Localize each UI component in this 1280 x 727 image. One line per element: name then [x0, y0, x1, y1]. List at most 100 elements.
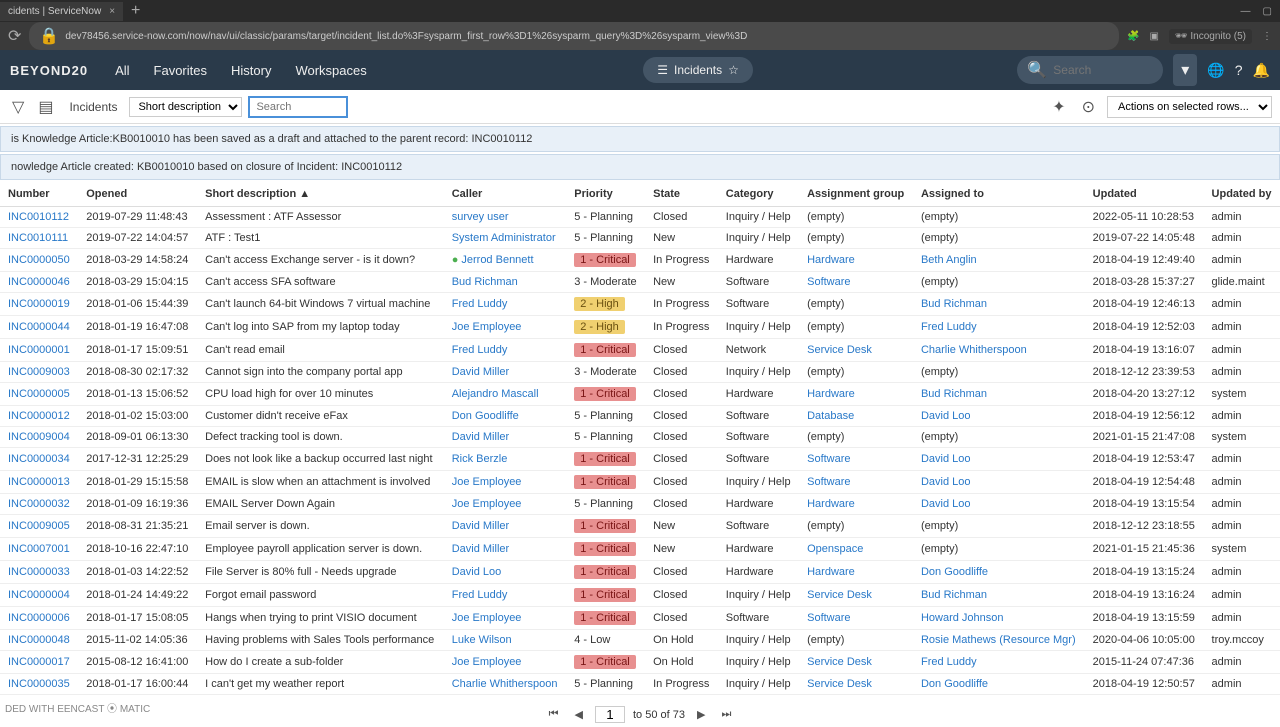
filter-field-select[interactable]: Short description: [129, 97, 242, 117]
caller-cell[interactable]: David Loo: [444, 561, 567, 584]
maximize-icon[interactable]: ▢: [1263, 6, 1272, 17]
table-row[interactable]: INC00000012018-01-17 15:09:51Can't read …: [0, 339, 1280, 362]
group-cell[interactable]: Software: [799, 607, 913, 630]
caller-cell[interactable]: Charlie Whitherspoon: [444, 674, 567, 695]
assigned-cell[interactable]: (empty): [913, 538, 1085, 561]
group-cell[interactable]: Software: [799, 448, 913, 471]
assigned-cell[interactable]: (empty): [913, 515, 1085, 538]
group-cell[interactable]: Database: [799, 406, 913, 427]
first-page-button[interactable]: ⏮: [545, 706, 563, 723]
caller-cell[interactable]: Rick Berzle: [444, 448, 567, 471]
globe-icon[interactable]: 🌐: [1207, 62, 1224, 79]
table-row[interactable]: INC00000332018-01-03 14:22:52File Server…: [0, 561, 1280, 584]
assigned-cell[interactable]: David Loo: [913, 494, 1085, 515]
assigned-cell[interactable]: David Loo: [913, 406, 1085, 427]
caller-cell[interactable]: Alejandro Mascall: [444, 383, 567, 406]
table-row[interactable]: INC00000192018-01-06 15:44:39Can't launc…: [0, 293, 1280, 316]
last-page-button[interactable]: ⏭: [717, 706, 735, 723]
table-row[interactable]: INC00000062018-01-17 15:08:05Hangs when …: [0, 607, 1280, 630]
group-cell[interactable]: Hardware: [799, 383, 913, 406]
table-row[interactable]: INC00000042018-01-24 14:49:22Forgot emai…: [0, 584, 1280, 607]
assigned-cell[interactable]: (empty): [913, 207, 1085, 228]
column-header[interactable]: Updated by: [1204, 182, 1280, 207]
group-cell[interactable]: Service Desk: [799, 651, 913, 674]
nav-all[interactable]: All: [103, 63, 141, 78]
caller-cell[interactable]: Fred Luddy: [444, 339, 567, 362]
filter-icon[interactable]: ▽: [8, 93, 28, 121]
close-icon[interactable]: ×: [109, 6, 115, 17]
incident-number-link[interactable]: INC0000006: [8, 612, 70, 624]
column-header[interactable]: State: [645, 182, 718, 207]
table-row[interactable]: INC00101112019-07-22 14:04:57ATF : Test1…: [0, 228, 1280, 249]
table-row[interactable]: INC00000052018-01-13 15:06:52CPU load hi…: [0, 383, 1280, 406]
column-header[interactable]: Category: [718, 182, 799, 207]
caller-cell[interactable]: ●Jerrod Bennett: [444, 249, 567, 272]
extensions-icon[interactable]: 🧩: [1127, 31, 1139, 42]
group-cell[interactable]: Hardware: [799, 561, 913, 584]
table-row[interactable]: INC00090042018-09-01 06:13:30Defect trac…: [0, 427, 1280, 448]
group-cell[interactable]: (empty): [799, 427, 913, 448]
caller-cell[interactable]: David Miller: [444, 515, 567, 538]
assigned-cell[interactable]: David Loo: [913, 448, 1085, 471]
assigned-cell[interactable]: (empty): [913, 362, 1085, 383]
incident-number-link[interactable]: INC0000048: [8, 634, 70, 646]
notifications-icon[interactable]: 🔔: [1253, 62, 1270, 79]
group-cell[interactable]: Service Desk: [799, 674, 913, 695]
list-search-input[interactable]: [248, 96, 348, 118]
incident-number-link[interactable]: INC0007001: [8, 543, 70, 555]
table-row[interactable]: INC00090032018-08-30 02:17:32Cannot sign…: [0, 362, 1280, 383]
column-header[interactable]: Caller: [444, 182, 567, 207]
table-row[interactable]: INC00000122018-01-02 15:03:00Customer di…: [0, 406, 1280, 427]
incident-number-link[interactable]: INC0009003: [8, 366, 70, 378]
panel-icon[interactable]: ▣: [1149, 31, 1158, 42]
group-cell[interactable]: Service Desk: [799, 584, 913, 607]
menu-icon[interactable]: ⋮: [1262, 31, 1272, 42]
table-row[interactable]: INC00000482015-11-02 14:05:36Having prob…: [0, 630, 1280, 651]
caller-cell[interactable]: David Miller: [444, 427, 567, 448]
assigned-cell[interactable]: Fred Luddy: [913, 651, 1085, 674]
caller-cell[interactable]: David Miller: [444, 362, 567, 383]
caller-cell[interactable]: Fred Luddy: [444, 293, 567, 316]
group-cell[interactable]: Service Desk: [799, 339, 913, 362]
caller-cell[interactable]: Joe Employee: [444, 494, 567, 515]
group-cell[interactable]: (empty): [799, 228, 913, 249]
table-row[interactable]: INC00000462018-03-29 15:04:15Can't acces…: [0, 272, 1280, 293]
column-header[interactable]: Opened: [78, 182, 197, 207]
nav-context-pill[interactable]: ☰ Incidents ☆: [643, 57, 753, 83]
incident-number-link[interactable]: INC0000001: [8, 344, 70, 356]
settings-icon[interactable]: ⊙: [1078, 93, 1099, 121]
group-cell[interactable]: (empty): [799, 207, 913, 228]
group-cell[interactable]: Software: [799, 272, 913, 293]
column-header[interactable]: Assignment group: [799, 182, 913, 207]
incident-number-link[interactable]: INC0000032: [8, 498, 70, 510]
caller-cell[interactable]: Joe Employee: [444, 651, 567, 674]
caller-cell[interactable]: Fred Luddy: [444, 584, 567, 607]
incident-number-link[interactable]: INC0010112: [8, 211, 69, 223]
group-cell[interactable]: (empty): [799, 293, 913, 316]
column-header[interactable]: Assigned to: [913, 182, 1085, 207]
caller-cell[interactable]: Joe Employee: [444, 471, 567, 494]
group-cell[interactable]: Openspace: [799, 538, 913, 561]
group-cell[interactable]: (empty): [799, 316, 913, 339]
columns-icon[interactable]: ▤: [34, 93, 57, 121]
column-header[interactable]: Short description ▲: [197, 182, 444, 207]
table-row[interactable]: INC00000442018-01-19 16:47:08Can't log i…: [0, 316, 1280, 339]
nav-favorites[interactable]: Favorites: [142, 63, 219, 78]
assigned-cell[interactable]: Charlie Whitherspoon: [913, 339, 1085, 362]
assigned-cell[interactable]: David Loo: [913, 471, 1085, 494]
assigned-cell[interactable]: Don Goodliffe: [913, 561, 1085, 584]
table-row[interactable]: INC00000322018-01-09 16:19:36EMAIL Serve…: [0, 494, 1280, 515]
caller-cell[interactable]: David Miller: [444, 538, 567, 561]
page-input[interactable]: [595, 706, 625, 723]
assigned-cell[interactable]: Don Goodliffe: [913, 674, 1085, 695]
incident-number-link[interactable]: INC0000019: [8, 298, 70, 310]
column-header[interactable]: Number: [0, 182, 78, 207]
group-cell[interactable]: (empty): [799, 362, 913, 383]
incident-number-link[interactable]: INC0000012: [8, 410, 70, 422]
assigned-cell[interactable]: (empty): [913, 272, 1085, 293]
table-row[interactable]: INC00101122019-07-29 11:48:43Assessment …: [0, 207, 1280, 228]
table-row[interactable]: INC00000342017-12-31 12:25:29Does not lo…: [0, 448, 1280, 471]
assigned-cell[interactable]: Bud Richman: [913, 383, 1085, 406]
url-field[interactable]: 🔒 dev78456.service-now.com/now/nav/ui/cl…: [29, 22, 1119, 50]
incident-number-link[interactable]: INC0000013: [8, 476, 70, 488]
